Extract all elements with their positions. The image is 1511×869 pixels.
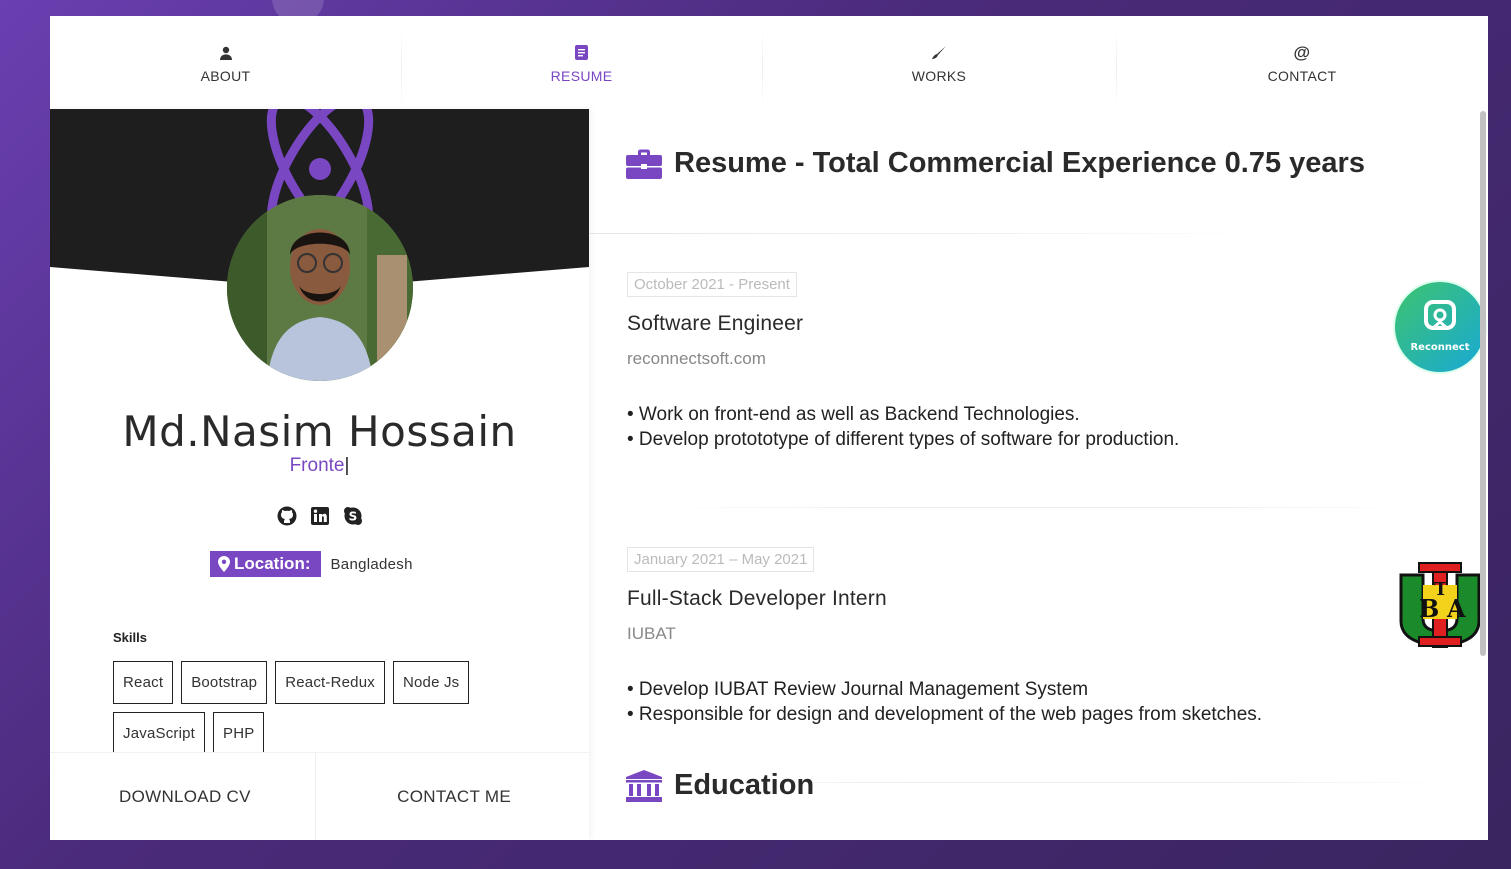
- heading-divider: [589, 233, 1269, 234]
- resume-heading: Resume - Total Commercial Experience 0.7…: [626, 147, 1365, 180]
- tab-resume-label: RESUME: [550, 67, 613, 84]
- tab-works[interactable]: WORKS: [762, 16, 1116, 109]
- job-bullet: • Develop IUBAT Review Journal Managemen…: [627, 679, 1089, 700]
- iubat-logo-letter-a: A: [1446, 594, 1466, 623]
- institution-icon: [626, 769, 662, 802]
- skill-tag: Bootstrap: [181, 661, 268, 704]
- job-date: October 2021 - Present: [627, 272, 797, 297]
- scrollbar[interactable]: [1478, 109, 1488, 840]
- iubat-logo-letter-t: T: [1434, 579, 1448, 600]
- contact-me-button[interactable]: CONTACT ME: [314, 753, 590, 840]
- skills-heading: Skills: [113, 630, 147, 645]
- job-bullet: • Work on front-end as well as Backend T…: [627, 404, 1080, 425]
- education-heading: Education: [626, 769, 814, 802]
- job-description: • Work on front-end as well as Backend T…: [627, 402, 1447, 452]
- document-icon: [575, 42, 588, 64]
- job-date: January 2021 – May 2021: [627, 547, 815, 572]
- map-pin-icon: [218, 556, 230, 572]
- location-badge: Location:: [210, 551, 321, 577]
- typing-cursor: |: [344, 455, 350, 476]
- tab-contact-label: CONTACT: [1267, 67, 1337, 84]
- linkedin-icon[interactable]: [308, 504, 331, 527]
- job-title: Software Engineer: [627, 312, 804, 335]
- tab-resume[interactable]: RESUME: [401, 16, 762, 109]
- tab-contact[interactable]: @ CONTACT: [1116, 16, 1488, 109]
- tab-about-label: ABOUT: [200, 67, 251, 84]
- experience-item: January 2021 – May 2021 Full-Stack Devel…: [627, 547, 1481, 727]
- location-row: Location: Bangladesh: [210, 551, 413, 577]
- briefcase-icon: [626, 149, 662, 179]
- github-icon[interactable]: [275, 504, 298, 527]
- at-icon: @: [1293, 42, 1311, 62]
- tab-works-label: WORKS: [911, 67, 967, 84]
- tab-about[interactable]: ABOUT: [50, 16, 401, 109]
- job-bullet: • Responsible for design and development…: [627, 704, 1263, 725]
- card-actions: DOWNLOAD CV CONTACT ME: [50, 752, 589, 840]
- experience-item: October 2021 - Present Software Engineer…: [627, 272, 1487, 452]
- skype-icon[interactable]: S: [341, 504, 364, 527]
- avatar: [227, 195, 413, 381]
- skills-list: React Bootstrap React-Redux Node Js Java…: [113, 661, 533, 755]
- brush-icon: [931, 42, 947, 64]
- job-bullet: • Develop protototype of different types…: [627, 429, 1180, 450]
- svg-text:S: S: [348, 509, 357, 523]
- social-links: S: [50, 504, 589, 527]
- typed-role-text: Fronte: [289, 455, 345, 476]
- job-company: IUBAT: [627, 624, 676, 643]
- skill-tag: PHP: [213, 712, 265, 755]
- main-frame: ABOUT RESUME WORKS @ CONTACT Md.Nasim Ho…: [50, 16, 1488, 840]
- user-icon: [219, 42, 233, 64]
- location-label: Location:: [234, 554, 311, 573]
- top-nav: ABOUT RESUME WORKS @ CONTACT: [50, 16, 1488, 109]
- scrollbar-thumb[interactable]: [1480, 111, 1486, 656]
- resume-content[interactable]: Resume - Total Commercial Experience 0.7…: [589, 109, 1488, 840]
- typed-role: Fronte|: [50, 455, 589, 477]
- download-cv-button[interactable]: DOWNLOAD CV: [50, 753, 315, 840]
- skill-tag: Node Js: [392, 661, 470, 704]
- skill-tag: React-Redux: [275, 661, 385, 704]
- job-title: Full-Stack Developer Intern: [627, 587, 887, 610]
- location-value: Bangladesh: [330, 555, 413, 573]
- profile-name: Md.Nasim Hossain: [122, 407, 517, 456]
- job-description: • Develop IUBAT Review Journal Managemen…: [627, 677, 1447, 727]
- job-company: reconnectsoft.com: [627, 349, 766, 368]
- reconnect-logo-text: Reconnect: [1410, 342, 1469, 353]
- skill-tag: JavaScript: [113, 712, 206, 755]
- skill-tag: React: [113, 661, 174, 704]
- resume-title: Resume - Total Commercial Experience 0.7…: [674, 147, 1365, 179]
- reconnect-logo: Reconnect: [1393, 280, 1487, 374]
- job-divider: [669, 507, 1409, 508]
- profile-card: Md.Nasim Hossain Fronte| S Location: Ban…: [50, 109, 589, 840]
- iubat-logo: B T A: [1393, 557, 1487, 651]
- education-title: Education: [674, 769, 815, 801]
